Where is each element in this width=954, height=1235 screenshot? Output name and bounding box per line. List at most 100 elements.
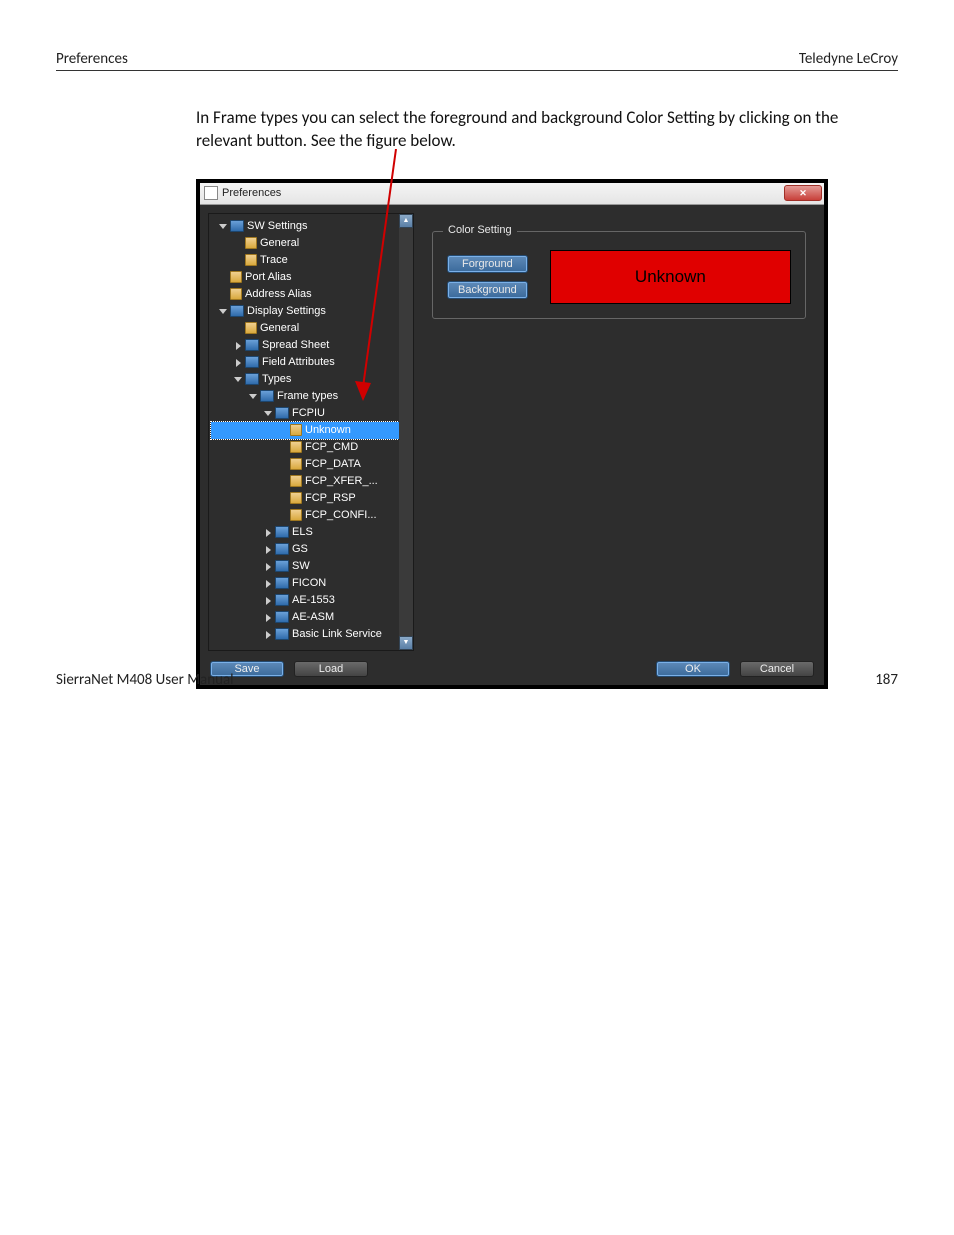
expander-icon [217, 289, 228, 300]
expander-icon [277, 425, 288, 436]
tree-item-ae-1553[interactable]: AE-1553 [211, 592, 411, 609]
expander-icon[interactable] [262, 578, 273, 589]
expander-icon [277, 442, 288, 453]
expander-icon[interactable] [262, 612, 273, 623]
tree-item-gs[interactable]: GS [211, 541, 411, 558]
tree-item-port-alias[interactable]: Port Alias [211, 269, 411, 286]
expander-icon[interactable] [262, 408, 273, 419]
folder-icon [260, 390, 274, 402]
leaf-icon [290, 492, 302, 504]
preview-text: Unknown [635, 267, 706, 287]
expander-icon[interactable] [262, 544, 273, 555]
tree-item-fcp-confi-[interactable]: FCP_CONFI... [211, 507, 411, 524]
expander-icon [277, 493, 288, 504]
tree-item-label: FCP_CONFI... [305, 509, 377, 521]
tree-item-basic-link-service[interactable]: Basic Link Service [211, 626, 411, 643]
expander-icon[interactable] [262, 595, 273, 606]
tree-item-label: Frame types [277, 390, 338, 402]
leaf-icon [230, 288, 242, 300]
folder-icon [275, 543, 289, 555]
expander-icon[interactable] [232, 374, 243, 385]
tree-scrollbar[interactable]: ▲ ▼ [399, 214, 413, 650]
tree-item-sw-settings[interactable]: SW Settings [211, 218, 411, 235]
leaf-icon [245, 237, 257, 249]
tree-item-general[interactable]: General [211, 320, 411, 337]
group-title: Color Setting [443, 224, 517, 236]
header-right: Teledyne LeCroy [799, 50, 898, 68]
expander-icon[interactable] [262, 629, 273, 640]
folder-icon [275, 407, 289, 419]
folder-icon [275, 628, 289, 640]
scroll-down-icon[interactable]: ▼ [399, 636, 413, 650]
tree-item-fcp-data[interactable]: FCP_DATA [211, 456, 411, 473]
tree-item-ae-asm[interactable]: AE-ASM [211, 609, 411, 626]
expander-icon[interactable] [217, 306, 228, 317]
expander-icon[interactable] [247, 391, 258, 402]
expander-icon[interactable] [217, 221, 228, 232]
tree-item-field-attributes[interactable]: Field Attributes [211, 354, 411, 371]
tree-item-unknown[interactable]: Unknown [211, 422, 411, 439]
tree-item-fcp-rsp[interactable]: FCP_RSP [211, 490, 411, 507]
tree-item-spread-sheet[interactable]: Spread Sheet [211, 337, 411, 354]
tree-item-address-alias[interactable]: Address Alias [211, 286, 411, 303]
scroll-up-icon[interactable]: ▲ [399, 214, 413, 228]
tree-item-label: SW [292, 560, 310, 572]
expander-icon [232, 238, 243, 249]
expander-icon [217, 272, 228, 283]
leaf-icon [290, 441, 302, 453]
tree-item-label: AE-1553 [292, 594, 335, 606]
nav-tree-panel: SW Settings General Trace Port Alias Address… [208, 213, 414, 651]
tree-item-label: General [260, 322, 299, 334]
dialog-title: Preferences [222, 187, 281, 199]
tree-item-ficon[interactable]: FICON [211, 575, 411, 592]
tree-item-label: GS [292, 543, 308, 555]
expander-icon [277, 476, 288, 487]
folder-icon [245, 339, 259, 351]
tree-item-label: Trace [260, 254, 288, 266]
tree-item-fcp-xfer-[interactable]: FCP_XFER_... [211, 473, 411, 490]
tree-item-label: Unknown [305, 424, 351, 436]
tree-item-display-settings[interactable]: Display Settings [211, 303, 411, 320]
tree-item-label: Address Alias [245, 288, 312, 300]
tree-item-general[interactable]: General [211, 235, 411, 252]
expander-icon[interactable] [262, 527, 273, 538]
tree-item-els[interactable]: ELS [211, 524, 411, 541]
color-setting-group: Color Setting Forground Background Unkno… [432, 231, 806, 319]
expander-icon[interactable] [262, 561, 273, 572]
leaf-icon [290, 509, 302, 521]
doc-footer: SierraNet M408 User Manual 187 [56, 671, 898, 689]
doc-header: Preferences Teledyne LeCroy [56, 50, 898, 71]
app-icon [204, 186, 218, 200]
tree-item-fcp-cmd[interactable]: FCP_CMD [211, 439, 411, 456]
tree-item-label: FICON [292, 577, 326, 589]
background-button[interactable]: Background [447, 281, 528, 299]
foreground-button[interactable]: Forground [447, 255, 528, 273]
preferences-dialog: Preferences ✕ SW Settings General Trace Por… [196, 179, 828, 689]
tree-item-frame-types[interactable]: Frame types [211, 388, 411, 405]
tree-item-label: AE-ASM [292, 611, 334, 623]
expander-icon [277, 510, 288, 521]
folder-icon [275, 611, 289, 623]
tree-item-label: Display Settings [247, 305, 326, 317]
folder-icon [245, 356, 259, 368]
figure: Preferences ✕ SW Settings General Trace Por… [196, 179, 836, 689]
leaf-icon [245, 322, 257, 334]
tree-item-sw[interactable]: SW [211, 558, 411, 575]
close-button[interactable]: ✕ [784, 185, 822, 201]
color-preview: Unknown [550, 250, 791, 304]
folder-icon [275, 560, 289, 572]
expander-icon[interactable] [232, 340, 243, 351]
tree-item-label: General [260, 237, 299, 249]
leaf-icon [290, 475, 302, 487]
dialog-titlebar[interactable]: Preferences ✕ [200, 183, 824, 205]
tree-item-trace[interactable]: Trace [211, 252, 411, 269]
tree-item-fcpiu[interactable]: FCPIU [211, 405, 411, 422]
expander-icon [232, 255, 243, 266]
folder-icon [230, 305, 244, 317]
expander-icon[interactable] [232, 357, 243, 368]
tree-item-types[interactable]: Types [211, 371, 411, 388]
expander-icon [277, 459, 288, 470]
tree-item-label: ELS [292, 526, 313, 538]
tree-item-label: Types [262, 373, 291, 385]
folder-icon [275, 526, 289, 538]
